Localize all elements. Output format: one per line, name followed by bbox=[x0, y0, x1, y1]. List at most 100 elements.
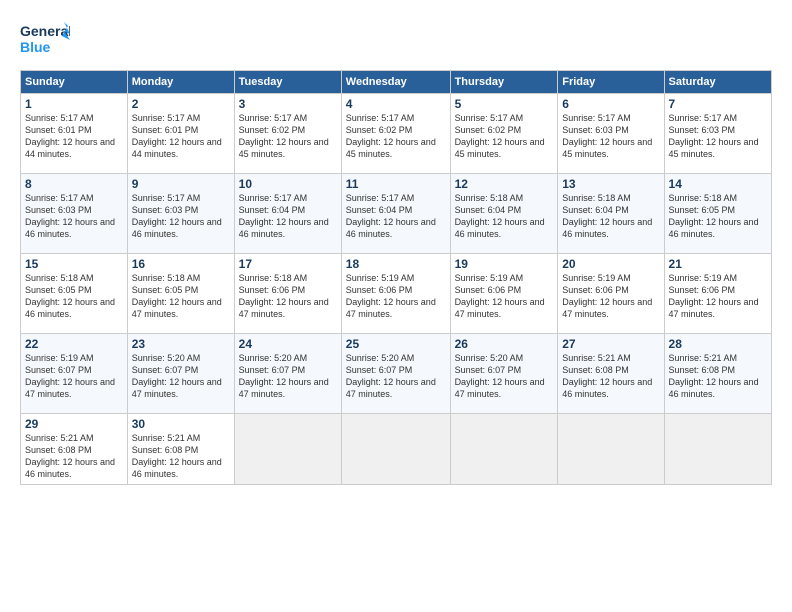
day-number: 23 bbox=[132, 337, 230, 351]
logo-svg: General Blue bbox=[20, 18, 70, 60]
day-info: Sunrise: 5:18 AM Sunset: 6:05 PM Dayligh… bbox=[25, 272, 123, 321]
calendar-cell: 27 Sunrise: 5:21 AM Sunset: 6:08 PM Dayl… bbox=[558, 334, 664, 414]
calendar-header-friday: Friday bbox=[558, 71, 664, 94]
day-info: Sunrise: 5:20 AM Sunset: 6:07 PM Dayligh… bbox=[455, 352, 554, 401]
calendar-cell: 23 Sunrise: 5:20 AM Sunset: 6:07 PM Dayl… bbox=[127, 334, 234, 414]
calendar-cell: 2 Sunrise: 5:17 AM Sunset: 6:01 PM Dayli… bbox=[127, 94, 234, 174]
day-info: Sunrise: 5:20 AM Sunset: 6:07 PM Dayligh… bbox=[132, 352, 230, 401]
day-info: Sunrise: 5:19 AM Sunset: 6:06 PM Dayligh… bbox=[455, 272, 554, 321]
day-number: 1 bbox=[25, 97, 123, 111]
calendar-cell: 3 Sunrise: 5:17 AM Sunset: 6:02 PM Dayli… bbox=[234, 94, 341, 174]
calendar-cell: 11 Sunrise: 5:17 AM Sunset: 6:04 PM Dayl… bbox=[341, 174, 450, 254]
calendar-header-monday: Monday bbox=[127, 71, 234, 94]
calendar-cell: 9 Sunrise: 5:17 AM Sunset: 6:03 PM Dayli… bbox=[127, 174, 234, 254]
calendar-cell: 8 Sunrise: 5:17 AM Sunset: 6:03 PM Dayli… bbox=[21, 174, 128, 254]
calendar-header-wednesday: Wednesday bbox=[341, 71, 450, 94]
day-number: 4 bbox=[346, 97, 446, 111]
day-number: 22 bbox=[25, 337, 123, 351]
calendar-table: SundayMondayTuesdayWednesdayThursdayFrid… bbox=[20, 70, 772, 485]
day-info: Sunrise: 5:17 AM Sunset: 6:03 PM Dayligh… bbox=[25, 192, 123, 241]
calendar-cell bbox=[341, 414, 450, 485]
calendar-cell: 25 Sunrise: 5:20 AM Sunset: 6:07 PM Dayl… bbox=[341, 334, 450, 414]
day-info: Sunrise: 5:21 AM Sunset: 6:08 PM Dayligh… bbox=[669, 352, 767, 401]
calendar-cell: 30 Sunrise: 5:21 AM Sunset: 6:08 PM Dayl… bbox=[127, 414, 234, 485]
day-number: 28 bbox=[669, 337, 767, 351]
day-info: Sunrise: 5:17 AM Sunset: 6:02 PM Dayligh… bbox=[455, 112, 554, 161]
calendar-cell: 15 Sunrise: 5:18 AM Sunset: 6:05 PM Dayl… bbox=[21, 254, 128, 334]
day-number: 6 bbox=[562, 97, 659, 111]
day-number: 13 bbox=[562, 177, 659, 191]
calendar-cell: 17 Sunrise: 5:18 AM Sunset: 6:06 PM Dayl… bbox=[234, 254, 341, 334]
calendar-week-row: 15 Sunrise: 5:18 AM Sunset: 6:05 PM Dayl… bbox=[21, 254, 772, 334]
calendar-cell: 16 Sunrise: 5:18 AM Sunset: 6:05 PM Dayl… bbox=[127, 254, 234, 334]
calendar-cell: 7 Sunrise: 5:17 AM Sunset: 6:03 PM Dayli… bbox=[664, 94, 771, 174]
day-info: Sunrise: 5:21 AM Sunset: 6:08 PM Dayligh… bbox=[132, 432, 230, 481]
day-info: Sunrise: 5:17 AM Sunset: 6:02 PM Dayligh… bbox=[346, 112, 446, 161]
logo: General Blue bbox=[20, 18, 70, 60]
calendar-header-tuesday: Tuesday bbox=[234, 71, 341, 94]
day-info: Sunrise: 5:19 AM Sunset: 6:06 PM Dayligh… bbox=[669, 272, 767, 321]
day-info: Sunrise: 5:17 AM Sunset: 6:03 PM Dayligh… bbox=[669, 112, 767, 161]
day-info: Sunrise: 5:17 AM Sunset: 6:04 PM Dayligh… bbox=[346, 192, 446, 241]
day-number: 3 bbox=[239, 97, 337, 111]
day-info: Sunrise: 5:17 AM Sunset: 6:01 PM Dayligh… bbox=[25, 112, 123, 161]
day-number: 26 bbox=[455, 337, 554, 351]
day-number: 25 bbox=[346, 337, 446, 351]
calendar-cell bbox=[558, 414, 664, 485]
day-info: Sunrise: 5:21 AM Sunset: 6:08 PM Dayligh… bbox=[562, 352, 659, 401]
calendar-week-row: 1 Sunrise: 5:17 AM Sunset: 6:01 PM Dayli… bbox=[21, 94, 772, 174]
calendar-cell bbox=[664, 414, 771, 485]
day-number: 16 bbox=[132, 257, 230, 271]
day-info: Sunrise: 5:18 AM Sunset: 6:06 PM Dayligh… bbox=[239, 272, 337, 321]
day-number: 18 bbox=[346, 257, 446, 271]
day-number: 12 bbox=[455, 177, 554, 191]
calendar-cell: 14 Sunrise: 5:18 AM Sunset: 6:05 PM Dayl… bbox=[664, 174, 771, 254]
calendar-cell bbox=[234, 414, 341, 485]
day-number: 15 bbox=[25, 257, 123, 271]
day-number: 21 bbox=[669, 257, 767, 271]
day-info: Sunrise: 5:17 AM Sunset: 6:03 PM Dayligh… bbox=[132, 192, 230, 241]
day-number: 27 bbox=[562, 337, 659, 351]
calendar-cell: 10 Sunrise: 5:17 AM Sunset: 6:04 PM Dayl… bbox=[234, 174, 341, 254]
calendar-header-saturday: Saturday bbox=[664, 71, 771, 94]
day-number: 24 bbox=[239, 337, 337, 351]
day-number: 5 bbox=[455, 97, 554, 111]
calendar-header-thursday: Thursday bbox=[450, 71, 558, 94]
day-number: 9 bbox=[132, 177, 230, 191]
day-info: Sunrise: 5:17 AM Sunset: 6:03 PM Dayligh… bbox=[562, 112, 659, 161]
calendar-cell: 13 Sunrise: 5:18 AM Sunset: 6:04 PM Dayl… bbox=[558, 174, 664, 254]
calendar-cell: 21 Sunrise: 5:19 AM Sunset: 6:06 PM Dayl… bbox=[664, 254, 771, 334]
day-info: Sunrise: 5:17 AM Sunset: 6:02 PM Dayligh… bbox=[239, 112, 337, 161]
calendar-week-row: 8 Sunrise: 5:17 AM Sunset: 6:03 PM Dayli… bbox=[21, 174, 772, 254]
day-info: Sunrise: 5:18 AM Sunset: 6:04 PM Dayligh… bbox=[455, 192, 554, 241]
day-info: Sunrise: 5:19 AM Sunset: 6:07 PM Dayligh… bbox=[25, 352, 123, 401]
calendar-cell: 28 Sunrise: 5:21 AM Sunset: 6:08 PM Dayl… bbox=[664, 334, 771, 414]
day-number: 8 bbox=[25, 177, 123, 191]
day-number: 20 bbox=[562, 257, 659, 271]
day-info: Sunrise: 5:18 AM Sunset: 6:04 PM Dayligh… bbox=[562, 192, 659, 241]
day-number: 17 bbox=[239, 257, 337, 271]
calendar-header-sunday: Sunday bbox=[21, 71, 128, 94]
calendar-cell: 26 Sunrise: 5:20 AM Sunset: 6:07 PM Dayl… bbox=[450, 334, 558, 414]
day-number: 30 bbox=[132, 417, 230, 431]
day-info: Sunrise: 5:17 AM Sunset: 6:01 PM Dayligh… bbox=[132, 112, 230, 161]
day-number: 11 bbox=[346, 177, 446, 191]
day-info: Sunrise: 5:17 AM Sunset: 6:04 PM Dayligh… bbox=[239, 192, 337, 241]
calendar-week-row: 29 Sunrise: 5:21 AM Sunset: 6:08 PM Dayl… bbox=[21, 414, 772, 485]
calendar-cell: 29 Sunrise: 5:21 AM Sunset: 6:08 PM Dayl… bbox=[21, 414, 128, 485]
day-number: 10 bbox=[239, 177, 337, 191]
day-info: Sunrise: 5:19 AM Sunset: 6:06 PM Dayligh… bbox=[562, 272, 659, 321]
calendar-cell bbox=[450, 414, 558, 485]
calendar-cell: 1 Sunrise: 5:17 AM Sunset: 6:01 PM Dayli… bbox=[21, 94, 128, 174]
day-number: 7 bbox=[669, 97, 767, 111]
day-info: Sunrise: 5:18 AM Sunset: 6:05 PM Dayligh… bbox=[132, 272, 230, 321]
calendar-cell: 19 Sunrise: 5:19 AM Sunset: 6:06 PM Dayl… bbox=[450, 254, 558, 334]
day-info: Sunrise: 5:20 AM Sunset: 6:07 PM Dayligh… bbox=[346, 352, 446, 401]
calendar-cell: 24 Sunrise: 5:20 AM Sunset: 6:07 PM Dayl… bbox=[234, 334, 341, 414]
calendar-cell: 4 Sunrise: 5:17 AM Sunset: 6:02 PM Dayli… bbox=[341, 94, 450, 174]
calendar-cell: 6 Sunrise: 5:17 AM Sunset: 6:03 PM Dayli… bbox=[558, 94, 664, 174]
day-number: 29 bbox=[25, 417, 123, 431]
calendar-cell: 18 Sunrise: 5:19 AM Sunset: 6:06 PM Dayl… bbox=[341, 254, 450, 334]
day-number: 2 bbox=[132, 97, 230, 111]
day-info: Sunrise: 5:18 AM Sunset: 6:05 PM Dayligh… bbox=[669, 192, 767, 241]
